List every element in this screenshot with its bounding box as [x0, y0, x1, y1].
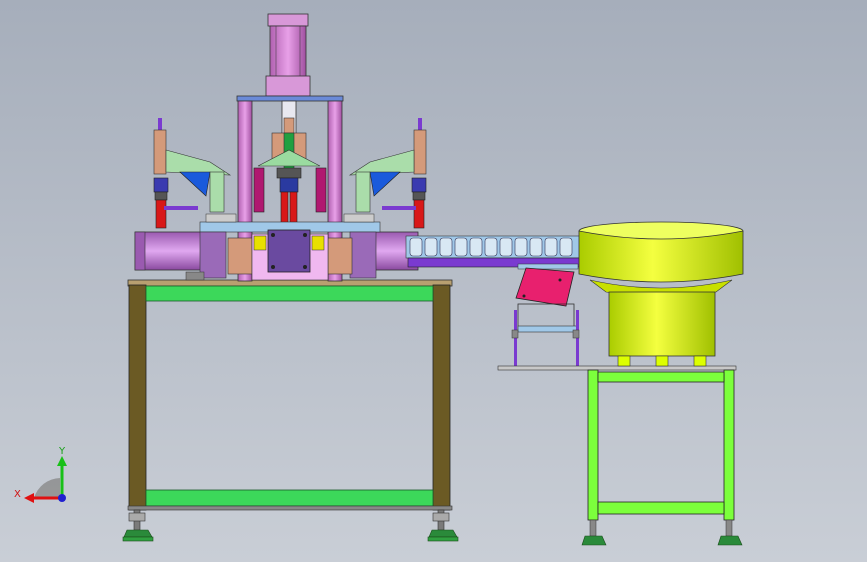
- frame-left-post: [128, 284, 147, 511]
- frame-bottom-rail: [127, 505, 453, 511]
- leveling-foot-right: [427, 509, 459, 542]
- left-actuator-assembly[interactable]: [153, 118, 232, 229]
- track-part: [559, 237, 573, 257]
- vibratory-bowl-feeder[interactable]: [578, 221, 744, 367]
- y-axis-label: Y: [58, 446, 66, 457]
- track-part: [514, 237, 528, 257]
- frame-lower-beam: [145, 489, 434, 507]
- feeder-table-plate: [497, 365, 737, 371]
- assembly-drawing[interactable]: Y X: [0, 0, 867, 562]
- orientation-triad: Y X: [14, 446, 67, 503]
- frame-top-plate: [127, 279, 453, 287]
- track-part: [484, 237, 498, 257]
- track-part: [454, 237, 468, 257]
- track-parts: [409, 237, 573, 257]
- main-frame[interactable]: [122, 279, 459, 542]
- left-clamp-cylinder: [134, 231, 208, 271]
- track-part: [439, 237, 453, 257]
- press-top-plate: [236, 95, 344, 102]
- feeder-foot-left: [581, 519, 607, 546]
- leveling-foot-left: [122, 509, 154, 542]
- frame-right-post: [432, 284, 451, 511]
- track-part: [499, 237, 513, 257]
- cad-viewport[interactable]: Y X: [0, 0, 867, 562]
- feeder-stand[interactable]: [497, 365, 743, 546]
- pink-chute: [515, 267, 575, 307]
- z-axis-icon: [58, 494, 66, 502]
- press-cylinder-body: [269, 25, 307, 79]
- feeder-foot-right: [717, 519, 743, 546]
- track-part: [544, 237, 558, 257]
- bowl-base: [608, 291, 716, 357]
- track-part: [409, 237, 423, 257]
- right-actuator-assembly[interactable]: [348, 118, 427, 229]
- track-part: [469, 237, 483, 257]
- track-part: [424, 237, 438, 257]
- press-cylinder-cap: [267, 13, 309, 27]
- track-part: [529, 237, 543, 257]
- press-cylinder-base: [265, 75, 311, 97]
- x-axis-label: X: [14, 489, 21, 500]
- clamp-station[interactable]: [134, 213, 419, 281]
- frame-upper-beam: [145, 285, 434, 302]
